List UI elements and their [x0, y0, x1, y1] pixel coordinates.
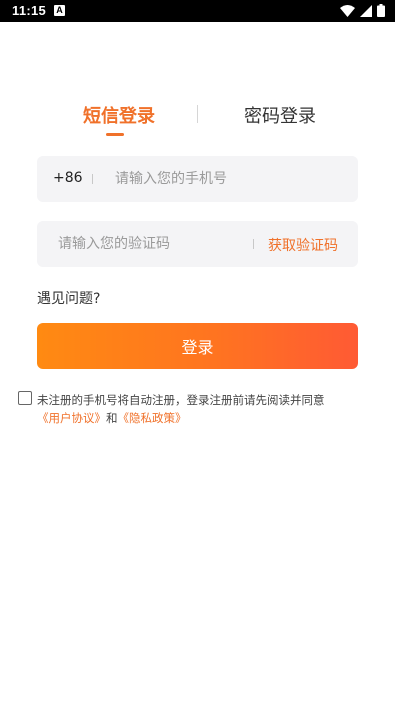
country-code-selector[interactable]: +86 [53, 170, 83, 186]
agreement-and: 和 [106, 411, 118, 425]
wifi-icon [340, 4, 355, 17]
notification-badge: A [54, 5, 65, 16]
problem-link[interactable]: 遇见问题? [37, 288, 100, 308]
battery-icon [377, 4, 385, 17]
tab-divider [197, 105, 198, 123]
phone-field: +86 [37, 156, 358, 202]
field-divider [253, 239, 254, 249]
code-field: 获取验证码 [37, 221, 358, 267]
user-agreement-link[interactable]: 《用户协议》 [37, 411, 106, 425]
verification-code-input[interactable] [58, 233, 243, 255]
agreement-text: 未注册的手机号将自动注册，登录注册前请先阅读并同意 《用户协议》和《隐私政策》 [37, 391, 377, 427]
status-icons [340, 4, 385, 17]
tab-sms-login[interactable]: 短信登录 [83, 102, 155, 128]
field-divider [92, 174, 93, 184]
status-time: 11:15 [12, 3, 47, 18]
tab-password-login[interactable]: 密码登录 [244, 102, 316, 128]
active-tab-indicator [106, 133, 124, 136]
login-tabs: 短信登录 密码登录 [0, 100, 395, 140]
privacy-policy-link[interactable]: 《隐私政策》 [118, 411, 187, 425]
signal-icon [360, 4, 372, 17]
agreement-description: 未注册的手机号将自动注册，登录注册前请先阅读并同意 [37, 393, 325, 407]
phone-input[interactable] [115, 168, 345, 190]
get-code-button[interactable]: 获取验证码 [268, 235, 338, 255]
status-bar: 11:15 A [0, 0, 395, 22]
agreement-checkbox[interactable] [18, 391, 32, 405]
login-button[interactable]: 登录 [37, 323, 358, 369]
